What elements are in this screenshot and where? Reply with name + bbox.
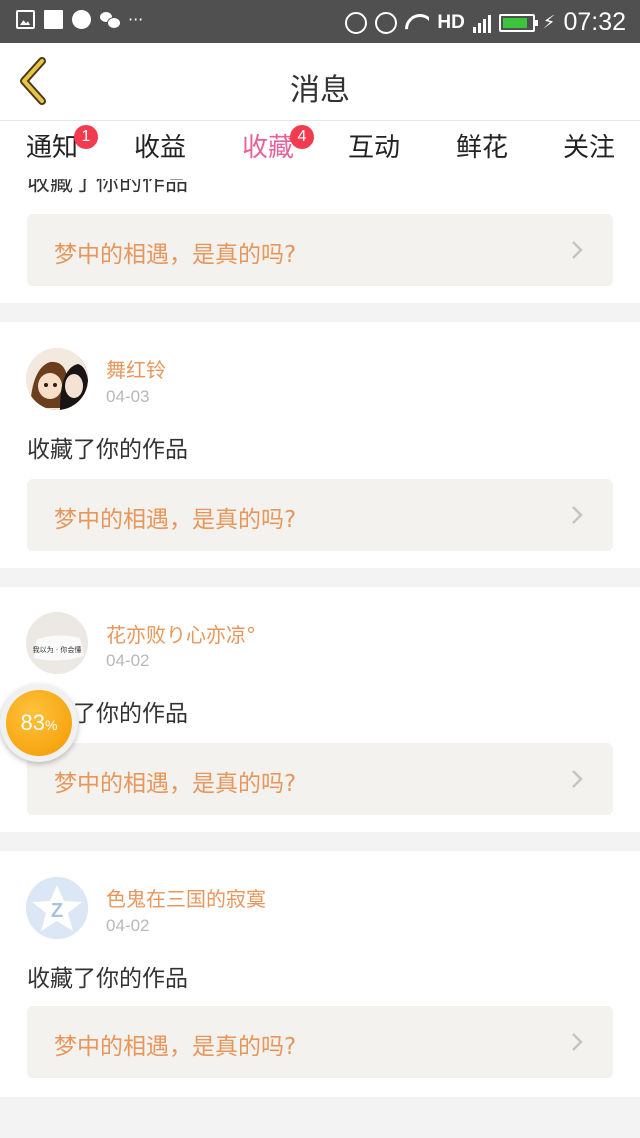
chevron-right-icon <box>572 1033 583 1051</box>
action-text: 收藏了你的作品 <box>27 966 188 992</box>
action-text: 收藏了你的作品 <box>27 179 188 196</box>
memory-usage-unit: % <box>45 717 58 733</box>
status-bar: ··· HD ⚡ 07:32 <box>0 0 640 43</box>
tab-label: 收益 <box>134 133 187 163</box>
favorite-notification-card: 收藏了你的作品 梦中的相遇，是真的吗? <box>0 179 640 303</box>
timestamp: 04-03 <box>106 387 150 406</box>
user-avatar[interactable]: 我以为 · 你会懂 <box>26 612 88 674</box>
floating-memory-ball[interactable]: 83% <box>0 684 78 762</box>
username[interactable]: 色鬼在三国的寂寞 <box>106 883 266 912</box>
username[interactable]: 舞红铃 <box>106 354 166 383</box>
avatar-illustration <box>26 348 88 410</box>
charging-icon: ⚡ <box>542 12 556 33</box>
app-header: 消息 <box>0 43 640 121</box>
alarm-icon <box>375 11 398 34</box>
chevron-right-icon <box>572 770 583 788</box>
tab-notifications[interactable]: 通知 1 <box>26 125 98 177</box>
tab-label: 收藏 <box>242 133 295 163</box>
wifi-icon <box>405 14 429 32</box>
clock: 07:32 <box>563 8 626 36</box>
globe-icon <box>72 10 91 29</box>
work-title: 梦中的相遇，是真的吗? <box>54 771 297 797</box>
tab-bar: 通知 1 收益 收藏 4 互动 鲜花 关注 <box>0 121 640 183</box>
work-title: 梦中的相遇，是真的吗? <box>54 507 297 533</box>
chevron-right-icon <box>572 506 583 524</box>
favorites-badge: 4 <box>290 125 314 149</box>
tab-favorites[interactable]: 收藏 4 <box>242 125 314 183</box>
page-title: 消息 <box>290 73 350 108</box>
tab-label: 通知 <box>26 133 79 163</box>
work-link[interactable]: 梦中的相遇，是真的吗? <box>27 1006 613 1078</box>
signal-icon <box>472 13 491 33</box>
notification-badge: 1 <box>74 125 98 149</box>
favorite-notification-card: Z 色鬼在三国的寂寞 04-02 收藏了你的作品 梦中的相遇，是真的吗? <box>0 851 640 1097</box>
work-link[interactable]: 梦中的相遇，是真的吗? <box>27 479 613 551</box>
tab-label: 鲜花 <box>456 133 509 163</box>
tab-interactions[interactable]: 互动 <box>348 131 400 177</box>
battery-icon <box>498 13 538 32</box>
timestamp: 04-02 <box>106 916 150 935</box>
work-link[interactable]: 梦中的相遇，是真的吗? <box>27 743 613 815</box>
square-icon <box>44 10 63 29</box>
chevron-right-icon <box>572 241 583 259</box>
more-notifications-indicator: ··· <box>128 10 144 29</box>
user-avatar[interactable]: Z <box>26 877 88 939</box>
default-avatar-icon: Z <box>26 877 88 939</box>
work-link[interactable]: 梦中的相遇，是真的吗? <box>27 214 613 286</box>
work-title: 梦中的相遇，是真的吗? <box>54 1034 297 1060</box>
work-title: 梦中的相遇，是真的吗? <box>54 242 297 268</box>
hd-indicator: HD <box>437 11 465 33</box>
tab-label: 关注 <box>563 133 616 163</box>
user-avatar[interactable] <box>26 348 88 410</box>
tab-flowers[interactable]: 鲜花 <box>456 131 508 177</box>
action-text: 收藏了你的作品 <box>27 437 188 463</box>
favorite-notification-card: 舞红铃 04-03 收藏了你的作品 梦中的相遇，是真的吗? <box>0 322 640 568</box>
memory-usage-value: 83 <box>20 710 46 735</box>
tab-following[interactable]: 关注 <box>563 131 615 177</box>
svg-text:Z: Z <box>51 900 63 922</box>
memory-usage-indicator: 83% <box>6 690 72 756</box>
wechat-icon <box>100 10 121 29</box>
favorite-notification-card: 我以为 · 你会懂 花亦败り心亦凉° 04-02 收藏了你的作品 梦中的相遇，是… <box>0 587 640 832</box>
avatar-illustration: 我以为 · 你会懂 <box>26 612 88 674</box>
voice-icon <box>345 11 368 34</box>
username[interactable]: 花亦败り心亦凉° <box>106 619 256 648</box>
tab-earnings[interactable]: 收益 <box>134 131 186 177</box>
timestamp: 04-02 <box>106 651 150 670</box>
avatar-text: 我以为 · 你会懂 <box>33 645 82 654</box>
tab-label: 互动 <box>348 133 401 163</box>
image-icon <box>16 10 35 29</box>
